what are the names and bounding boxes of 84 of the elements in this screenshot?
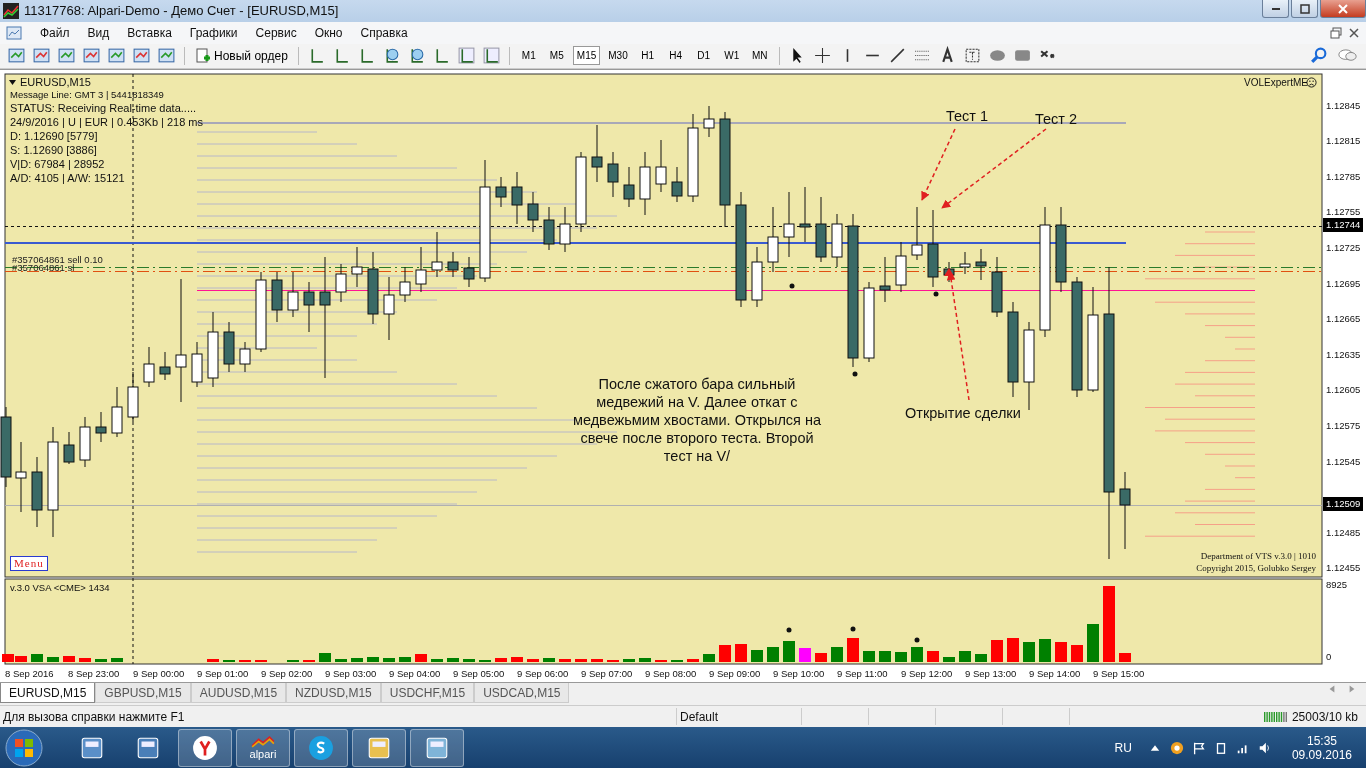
- time-tick: 9 Sep 04:00: [389, 667, 441, 679]
- menu-item[interactable]: Графики: [181, 23, 246, 42]
- status-text: Для вызова справки нажмите F1: [0, 708, 677, 726]
- info-line: Message Line: GMT 3 | 5441818349: [10, 88, 165, 101]
- annotation-text: Открытие сделки: [905, 403, 1021, 422]
- info-line: STATUS: Receiving Real-time data.....: [10, 100, 198, 115]
- chart-tab[interactable]: AUDUSD,M15: [190, 683, 287, 704]
- timeframe-button[interactable]: M5: [544, 46, 569, 66]
- annotation-text: Тест 2: [1035, 109, 1078, 128]
- menu-item[interactable]: Справка: [352, 23, 416, 42]
- chart-symbol: EURUSD,M15: [20, 75, 91, 88]
- time-tick: 9 Sep 08:00: [645, 667, 697, 679]
- price-tick: 1.12785: [1326, 170, 1361, 183]
- time-tick: 9 Sep 01:00: [197, 667, 249, 679]
- price-marker: 1.12744: [1323, 217, 1364, 232]
- credit-text: Department of VTS v.3.0 | 1010: [1200, 550, 1316, 562]
- annotation-text: После сжатого бара сильный медвежий на V. Далее откат с медвежьмим хвостами. Открылся на свече после второго теста. Второй тест на V/: [571, 374, 823, 465]
- volume-tick: 8925: [1326, 578, 1348, 591]
- indicator-label: v.3.0 VSA <CME> 1434: [10, 581, 110, 593]
- time-tick: 9 Sep 05:00: [453, 667, 505, 679]
- annotation-text: Тест 1: [946, 106, 989, 125]
- menu-item[interactable]: Окно: [306, 23, 351, 42]
- clock-date[interactable]: 09.09.2016: [1291, 747, 1352, 762]
- timeframe-button[interactable]: H4: [663, 46, 688, 66]
- price-tick: 1.12545: [1326, 455, 1361, 468]
- price-tick: 1.12635: [1326, 348, 1361, 361]
- profile-name: Default: [677, 708, 802, 726]
- price-tick: 1.12845: [1326, 99, 1361, 112]
- clock-time[interactable]: 15:35: [1306, 733, 1337, 748]
- timeframe-button[interactable]: D1: [691, 46, 716, 66]
- time-tick: 9 Sep 02:00: [261, 667, 313, 679]
- order-label: #357064861 sell 0.10: [12, 254, 103, 265]
- price-tick: 1.12755: [1326, 206, 1361, 219]
- price-tick: 1.12485: [1326, 526, 1361, 539]
- time-tick: 8 Sep 23:00: [68, 667, 120, 679]
- chart-tab[interactable]: USDCHF,M15: [380, 683, 475, 704]
- time-tick: 9 Sep 06:00: [517, 667, 569, 679]
- new-order-button[interactable]: Новый ордер: [192, 46, 291, 65]
- credit-text: Copyright 2015, Golubko Sergey: [1196, 562, 1316, 574]
- info-line: A/D: 4105 | A/W: 15121: [10, 170, 126, 185]
- time-tick: 9 Sep 10:00: [773, 667, 825, 679]
- timeframe-button[interactable]: MN: [747, 46, 772, 66]
- menu-item[interactable]: Сервис: [247, 23, 305, 42]
- time-tick: 9 Sep 09:00: [709, 667, 761, 679]
- timeframe-button[interactable]: W1: [719, 46, 744, 66]
- time-tick: 9 Sep 15:00: [1093, 667, 1145, 679]
- price-tick: 1.12575: [1326, 420, 1361, 433]
- time-tick: 9 Sep 03:00: [325, 667, 377, 679]
- timeframe-button[interactable]: H1: [635, 46, 660, 66]
- timeframe-button[interactable]: M15: [572, 46, 601, 66]
- chart-tab[interactable]: GBPUSD,M15: [95, 683, 191, 704]
- time-tick: 9 Sep 12:00: [901, 667, 953, 679]
- chart-tab[interactable]: USDCAD,M15: [474, 683, 570, 704]
- chart-tab[interactable]: EURUSD,M15: [0, 683, 96, 704]
- price-tick: 1.12455: [1326, 562, 1361, 575]
- time-tick: 9 Sep 00:00: [133, 667, 185, 679]
- timeframe-button[interactable]: M30: [604, 46, 632, 66]
- info-line: D: 1.12690 [5779]: [10, 128, 99, 143]
- time-tick: 9 Sep 07:00: [581, 667, 633, 679]
- chart-tab[interactable]: NZDUSD,M15: [286, 683, 381, 704]
- menu-item[interactable]: Файл: [32, 23, 78, 42]
- price-tick: 1.12605: [1326, 384, 1361, 397]
- info-line: V|D: 67984 | 28952: [10, 156, 106, 171]
- menu-item[interactable]: Вставка: [119, 23, 180, 42]
- time-tick: 9 Sep 13:00: [965, 667, 1017, 679]
- timeframe-button[interactable]: M1: [516, 46, 541, 66]
- volume-tick: 0: [1326, 650, 1332, 663]
- traffic-text: 25003/10 kb: [1291, 709, 1358, 724]
- app-label: alpari: [249, 748, 277, 761]
- price-tick: 1.12815: [1326, 135, 1361, 148]
- window-title: 11317768: Alpari-Demo - Демо Счет - [EURUSD,M15]: [24, 3, 339, 19]
- price-marker: 1.12509: [1323, 496, 1364, 511]
- time-tick: 9 Sep 14:00: [1029, 667, 1081, 679]
- price-tick: 1.12695: [1326, 277, 1361, 290]
- menu-item[interactable]: Вид: [79, 23, 118, 42]
- expert-name: VOLExpertME: [1244, 76, 1308, 88]
- language-indicator[interactable]: RU: [1114, 740, 1132, 755]
- time-tick: 9 Sep 11:00: [837, 667, 888, 679]
- time-tick: 8 Sep 2016: [5, 667, 54, 679]
- taskbar-app[interactable]: alpari: [236, 728, 290, 767]
- info-line: S: 1.12690 [3886]: [10, 142, 98, 157]
- price-tick: 1.12665: [1326, 313, 1361, 326]
- info-line: 24/9/2016 | U | EUR | 0.453Kb | 218 ms: [10, 114, 204, 129]
- price-tick: 1.12725: [1326, 242, 1361, 255]
